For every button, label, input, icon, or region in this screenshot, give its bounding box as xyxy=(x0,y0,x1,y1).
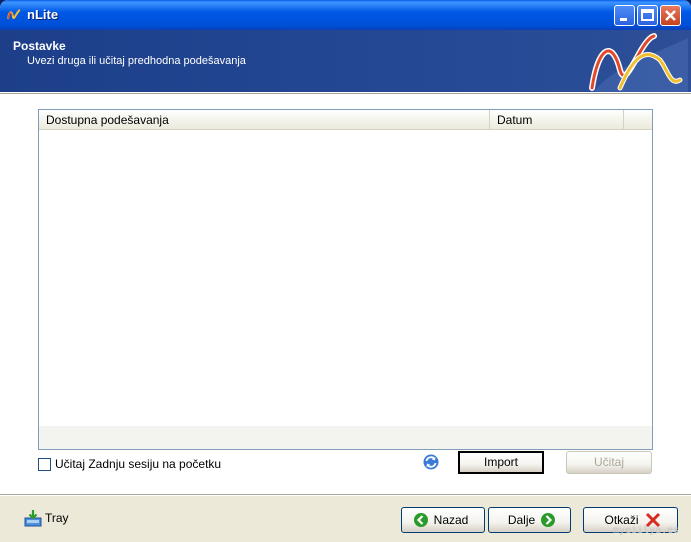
minimize-icon xyxy=(620,18,627,21)
refresh-icon[interactable] xyxy=(422,453,440,471)
watermark-text: myeiilya.es xyxy=(613,525,680,536)
next-label: Dalje xyxy=(507,513,536,527)
load-button[interactable]: Učitaj xyxy=(566,451,652,474)
next-button[interactable]: Dalje xyxy=(488,507,571,533)
load-last-session-label: Učitaj Zadnju sesiju na početku xyxy=(55,457,222,471)
column-header-empty[interactable] xyxy=(624,110,652,130)
back-arrow-icon xyxy=(413,513,428,527)
load-last-session-option[interactable]: Učitaj Zadnju sesiju na početku xyxy=(38,456,221,472)
close-icon xyxy=(665,10,676,21)
window-title: nLite xyxy=(27,7,59,22)
close-button[interactable] xyxy=(660,5,681,26)
settings-list[interactable]: Dostupna podešavanja Datum xyxy=(38,109,653,450)
back-label: Nazad xyxy=(433,513,469,527)
minimize-button[interactable] xyxy=(614,5,635,26)
list-header: Dostupna podešavanja Datum xyxy=(39,110,652,130)
tray-button[interactable]: Tray xyxy=(24,509,69,527)
nlite-brand-logo xyxy=(589,33,688,92)
load-last-session-checkbox[interactable] xyxy=(38,457,51,471)
list-bottom-area xyxy=(39,426,652,449)
import-button[interactable]: Import xyxy=(458,451,544,474)
page-title: Postavke xyxy=(13,39,66,53)
maximize-icon xyxy=(641,9,654,21)
nlite-logo-icon xyxy=(7,9,21,20)
tray-label: Tray xyxy=(45,511,69,525)
header-banner: Postavke Uvezi druga ili učitaj predhodn… xyxy=(0,30,691,92)
column-header-available-settings[interactable]: Dostupna podešavanja xyxy=(39,110,490,130)
title-bar[interactable]: nLite xyxy=(0,0,691,30)
nlite-window: nLite Postavke Uvezi druga ili učitaj pr… xyxy=(0,0,691,542)
page-subtitle: Uvezi druga ili učitaj predhodna podešav… xyxy=(27,55,246,67)
maximize-button[interactable] xyxy=(637,5,658,26)
back-button[interactable]: Nazad xyxy=(401,507,485,533)
tray-icon xyxy=(24,510,42,527)
footer-divider xyxy=(0,494,691,496)
column-header-date[interactable]: Datum xyxy=(490,110,624,130)
next-arrow-icon xyxy=(541,513,556,527)
